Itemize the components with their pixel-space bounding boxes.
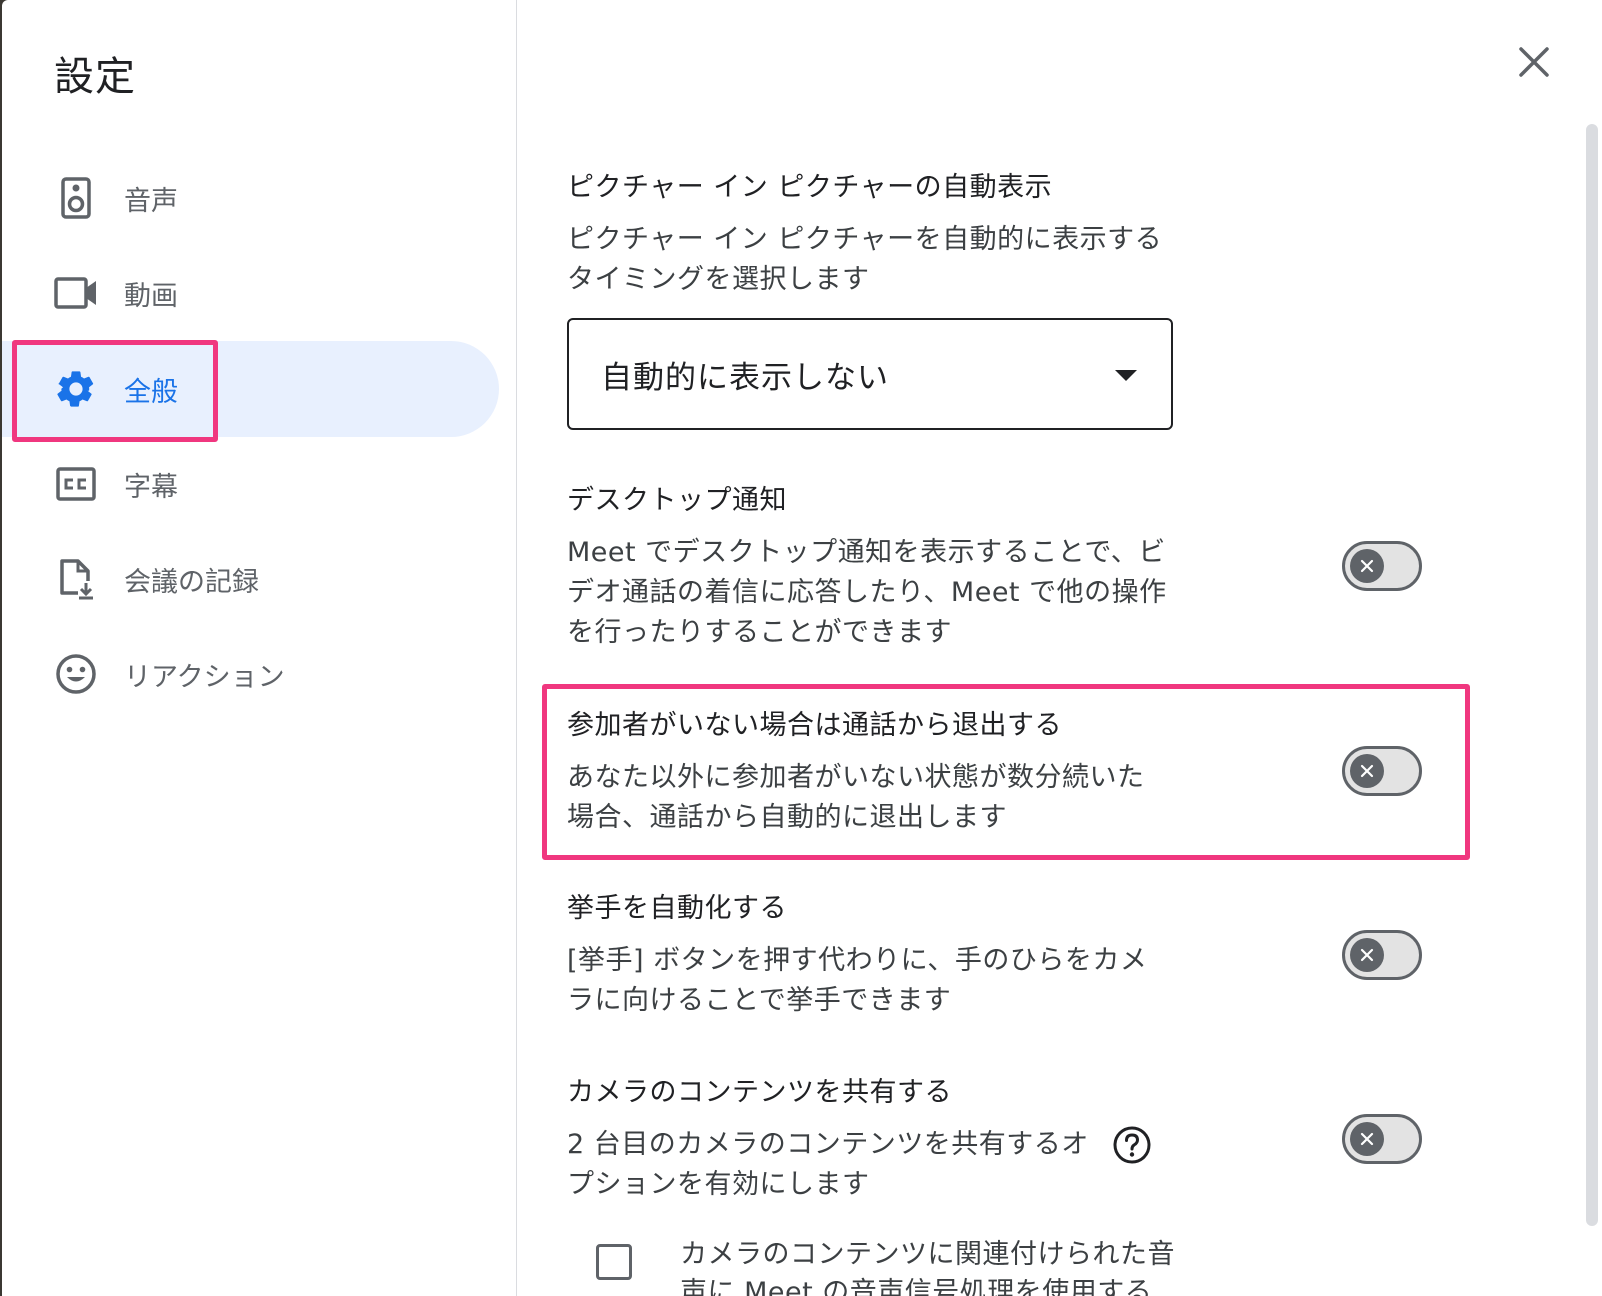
- toggle-off-icon: [1350, 938, 1384, 972]
- dropdown-arrow-icon: [1115, 370, 1137, 381]
- toggle-off-icon: [1350, 1122, 1384, 1156]
- desktop-notify-description: Meet でデスクトップ通知を表示することで、ビ デオ通話の着信に応答したり、M…: [567, 537, 1167, 648]
- auto-raise-hand-title: 挙手を自動化する: [567, 893, 787, 924]
- leave-empty-call-toggle[interactable]: [1342, 746, 1422, 796]
- share-camera-description: 2 台目のカメラのコンテンツを共有するオ プションを有効にします: [567, 1129, 1089, 1200]
- share-camera-title: カメラのコンテンツを共有する: [567, 1077, 952, 1108]
- help-icon[interactable]: [1112, 1125, 1152, 1165]
- settings-content: ピクチャー イン ピクチャーの自動表示 ピクチャー イン ピクチャーを自動的に表…: [2, 0, 1602, 1296]
- toggle-off-icon: [1350, 754, 1384, 788]
- camera-audio-processing-label: カメラのコンテンツに関連付けられた音 声に Meet の音声信号処理を使用する: [680, 1239, 1175, 1296]
- leave-empty-call-description: あなた以外に参加者がいない状態が数分続いた 場合、通話から自動的に退出します: [567, 762, 1145, 833]
- pip-title: ピクチャー イン ピクチャーの自動表示: [567, 172, 1053, 203]
- desktop-notify-toggle[interactable]: [1342, 541, 1422, 591]
- pip-description: ピクチャー イン ピクチャーを自動的に表示する タイミングを選択します: [567, 224, 1163, 295]
- settings-dialog: 設定 音声 動画 全般 字幕 会議の記録 リアクション ピクチャー イン ピクチ…: [2, 0, 1602, 1296]
- toggle-off-icon: [1350, 549, 1384, 583]
- camera-audio-processing-checkbox[interactable]: [596, 1244, 632, 1280]
- share-camera-toggle[interactable]: [1342, 1114, 1422, 1164]
- scrollbar[interactable]: [1586, 124, 1598, 1226]
- auto-raise-hand-description: [挙手] ボタンを押す代わりに、手のひらをカメ ラに向けることで挙手できます: [567, 945, 1148, 1016]
- pip-dropdown[interactable]: 自動的に表示しない: [567, 318, 1173, 430]
- desktop-notify-title: デスクトップ通知: [567, 485, 787, 516]
- auto-raise-hand-toggle[interactable]: [1342, 930, 1422, 980]
- pip-dropdown-value: 自動的に表示しない: [601, 359, 889, 396]
- leave-empty-call-title: 参加者がいない場合は通話から退出する: [567, 710, 1062, 741]
